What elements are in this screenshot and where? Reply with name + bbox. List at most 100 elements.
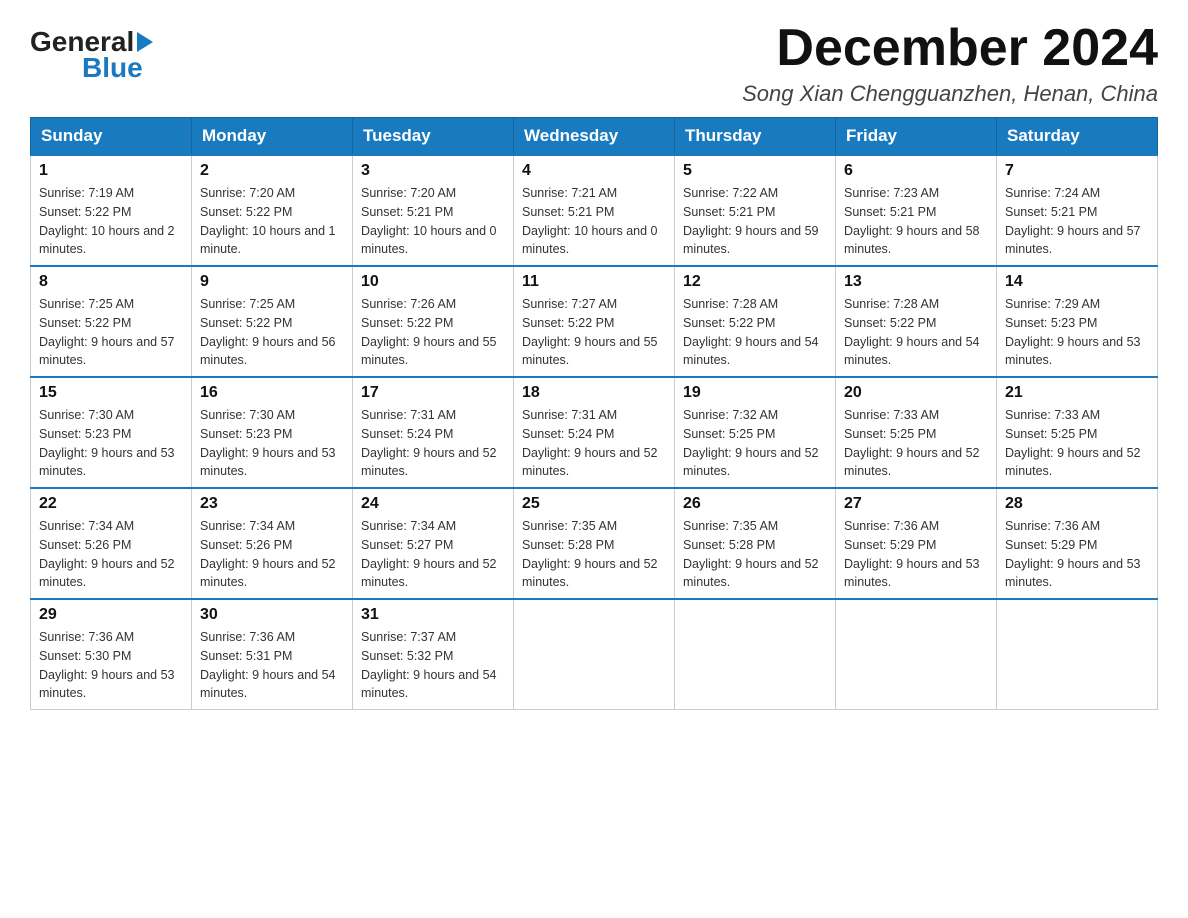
calendar-cell: 3 Sunrise: 7:20 AM Sunset: 5:21 PM Dayli… [353,155,514,266]
day-number: 19 [683,384,827,402]
day-info: Sunrise: 7:24 AM Sunset: 5:21 PM Dayligh… [1005,184,1149,259]
calendar-cell: 29 Sunrise: 7:36 AM Sunset: 5:30 PM Dayl… [31,599,192,710]
title-area: December 2024 Song Xian Chengguanzhen, H… [742,20,1158,107]
calendar-cell: 14 Sunrise: 7:29 AM Sunset: 5:23 PM Dayl… [997,266,1158,377]
day-number: 25 [522,495,666,513]
calendar-cell: 30 Sunrise: 7:36 AM Sunset: 5:31 PM Dayl… [192,599,353,710]
day-info: Sunrise: 7:25 AM Sunset: 5:22 PM Dayligh… [39,295,183,370]
day-number: 30 [200,606,344,624]
page-header: General Blue December 2024 Song Xian Che… [30,20,1158,107]
day-number: 5 [683,162,827,180]
day-number: 1 [39,162,183,180]
day-number: 24 [361,495,505,513]
calendar-cell: 21 Sunrise: 7:33 AM Sunset: 5:25 PM Dayl… [997,377,1158,488]
day-info: Sunrise: 7:30 AM Sunset: 5:23 PM Dayligh… [39,406,183,481]
day-number: 4 [522,162,666,180]
header-wednesday: Wednesday [514,118,675,156]
day-info: Sunrise: 7:25 AM Sunset: 5:22 PM Dayligh… [200,295,344,370]
calendar-header: SundayMondayTuesdayWednesdayThursdayFrid… [31,118,1158,156]
day-info: Sunrise: 7:22 AM Sunset: 5:21 PM Dayligh… [683,184,827,259]
day-info: Sunrise: 7:36 AM Sunset: 5:31 PM Dayligh… [200,628,344,703]
day-number: 2 [200,162,344,180]
header-sunday: Sunday [31,118,192,156]
header-friday: Friday [836,118,997,156]
logo: General Blue [30,28,156,84]
calendar-cell [514,599,675,710]
day-info: Sunrise: 7:19 AM Sunset: 5:22 PM Dayligh… [39,184,183,259]
day-info: Sunrise: 7:36 AM Sunset: 5:30 PM Dayligh… [39,628,183,703]
day-info: Sunrise: 7:37 AM Sunset: 5:32 PM Dayligh… [361,628,505,703]
location-subtitle: Song Xian Chengguanzhen, Henan, China [742,81,1158,107]
day-info: Sunrise: 7:31 AM Sunset: 5:24 PM Dayligh… [522,406,666,481]
calendar-cell: 1 Sunrise: 7:19 AM Sunset: 5:22 PM Dayli… [31,155,192,266]
logo-blue-text: Blue [82,52,156,84]
logo-arrow-icon [137,32,153,52]
day-info: Sunrise: 7:26 AM Sunset: 5:22 PM Dayligh… [361,295,505,370]
day-info: Sunrise: 7:36 AM Sunset: 5:29 PM Dayligh… [844,517,988,592]
day-info: Sunrise: 7:20 AM Sunset: 5:22 PM Dayligh… [200,184,344,259]
calendar-cell: 16 Sunrise: 7:30 AM Sunset: 5:23 PM Dayl… [192,377,353,488]
header-saturday: Saturday [997,118,1158,156]
calendar-cell: 4 Sunrise: 7:21 AM Sunset: 5:21 PM Dayli… [514,155,675,266]
day-number: 16 [200,384,344,402]
calendar-cell: 5 Sunrise: 7:22 AM Sunset: 5:21 PM Dayli… [675,155,836,266]
day-info: Sunrise: 7:31 AM Sunset: 5:24 PM Dayligh… [361,406,505,481]
day-info: Sunrise: 7:33 AM Sunset: 5:25 PM Dayligh… [844,406,988,481]
month-title: December 2024 [742,20,1158,77]
day-number: 7 [1005,162,1149,180]
week-row-1: 1 Sunrise: 7:19 AM Sunset: 5:22 PM Dayli… [31,155,1158,266]
day-number: 20 [844,384,988,402]
day-number: 29 [39,606,183,624]
header-tuesday: Tuesday [353,118,514,156]
day-info: Sunrise: 7:32 AM Sunset: 5:25 PM Dayligh… [683,406,827,481]
day-number: 12 [683,273,827,291]
calendar-cell: 7 Sunrise: 7:24 AM Sunset: 5:21 PM Dayli… [997,155,1158,266]
day-number: 31 [361,606,505,624]
day-info: Sunrise: 7:36 AM Sunset: 5:29 PM Dayligh… [1005,517,1149,592]
day-info: Sunrise: 7:33 AM Sunset: 5:25 PM Dayligh… [1005,406,1149,481]
day-number: 15 [39,384,183,402]
calendar-cell: 22 Sunrise: 7:34 AM Sunset: 5:26 PM Dayl… [31,488,192,599]
day-number: 26 [683,495,827,513]
calendar-cell: 25 Sunrise: 7:35 AM Sunset: 5:28 PM Dayl… [514,488,675,599]
header-monday: Monday [192,118,353,156]
day-info: Sunrise: 7:35 AM Sunset: 5:28 PM Dayligh… [683,517,827,592]
day-number: 6 [844,162,988,180]
calendar-body: 1 Sunrise: 7:19 AM Sunset: 5:22 PM Dayli… [31,155,1158,710]
calendar-cell: 10 Sunrise: 7:26 AM Sunset: 5:22 PM Dayl… [353,266,514,377]
calendar-cell: 17 Sunrise: 7:31 AM Sunset: 5:24 PM Dayl… [353,377,514,488]
calendar-cell: 27 Sunrise: 7:36 AM Sunset: 5:29 PM Dayl… [836,488,997,599]
day-info: Sunrise: 7:28 AM Sunset: 5:22 PM Dayligh… [844,295,988,370]
day-number: 3 [361,162,505,180]
calendar-cell [836,599,997,710]
day-info: Sunrise: 7:23 AM Sunset: 5:21 PM Dayligh… [844,184,988,259]
calendar-cell: 9 Sunrise: 7:25 AM Sunset: 5:22 PM Dayli… [192,266,353,377]
calendar-cell: 13 Sunrise: 7:28 AM Sunset: 5:22 PM Dayl… [836,266,997,377]
calendar-cell [675,599,836,710]
calendar-cell: 11 Sunrise: 7:27 AM Sunset: 5:22 PM Dayl… [514,266,675,377]
day-info: Sunrise: 7:29 AM Sunset: 5:23 PM Dayligh… [1005,295,1149,370]
day-info: Sunrise: 7:34 AM Sunset: 5:26 PM Dayligh… [200,517,344,592]
calendar-cell: 23 Sunrise: 7:34 AM Sunset: 5:26 PM Dayl… [192,488,353,599]
calendar-cell: 24 Sunrise: 7:34 AM Sunset: 5:27 PM Dayl… [353,488,514,599]
calendar-table: SundayMondayTuesdayWednesdayThursdayFrid… [30,117,1158,710]
day-info: Sunrise: 7:27 AM Sunset: 5:22 PM Dayligh… [522,295,666,370]
day-number: 8 [39,273,183,291]
header-row: SundayMondayTuesdayWednesdayThursdayFrid… [31,118,1158,156]
day-info: Sunrise: 7:35 AM Sunset: 5:28 PM Dayligh… [522,517,666,592]
day-number: 17 [361,384,505,402]
day-info: Sunrise: 7:30 AM Sunset: 5:23 PM Dayligh… [200,406,344,481]
day-info: Sunrise: 7:28 AM Sunset: 5:22 PM Dayligh… [683,295,827,370]
day-number: 14 [1005,273,1149,291]
day-number: 22 [39,495,183,513]
calendar-cell: 18 Sunrise: 7:31 AM Sunset: 5:24 PM Dayl… [514,377,675,488]
calendar-cell: 31 Sunrise: 7:37 AM Sunset: 5:32 PM Dayl… [353,599,514,710]
day-number: 18 [522,384,666,402]
day-number: 28 [1005,495,1149,513]
calendar-cell: 6 Sunrise: 7:23 AM Sunset: 5:21 PM Dayli… [836,155,997,266]
week-row-5: 29 Sunrise: 7:36 AM Sunset: 5:30 PM Dayl… [31,599,1158,710]
day-number: 9 [200,273,344,291]
day-info: Sunrise: 7:34 AM Sunset: 5:26 PM Dayligh… [39,517,183,592]
calendar-cell: 15 Sunrise: 7:30 AM Sunset: 5:23 PM Dayl… [31,377,192,488]
day-info: Sunrise: 7:21 AM Sunset: 5:21 PM Dayligh… [522,184,666,259]
